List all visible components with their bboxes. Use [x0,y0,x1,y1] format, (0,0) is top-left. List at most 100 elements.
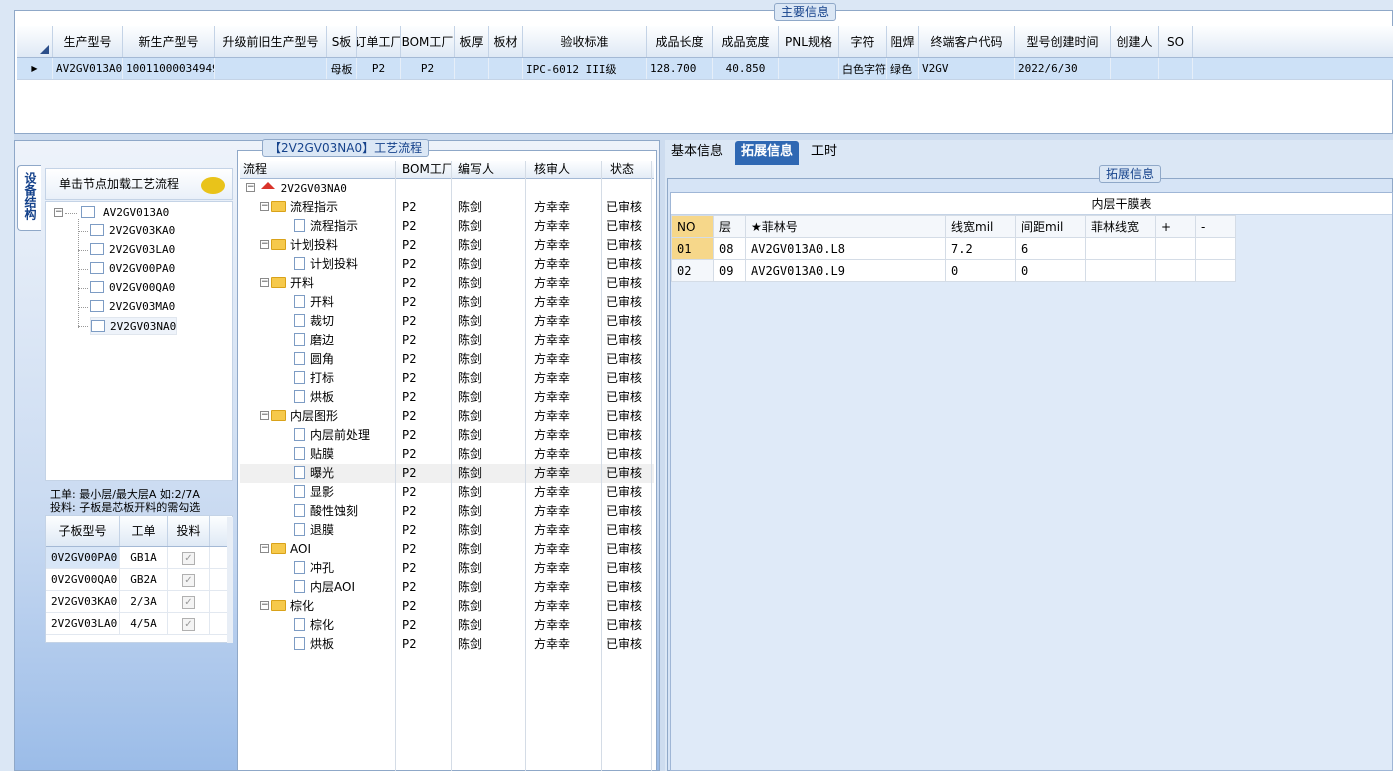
process-row[interactable]: 棕化 P2 陈剑 方幸幸 已审核 [240,616,654,635]
process-row[interactable]: 酸性蚀刻 P2 陈剑 方幸幸 已审核 [240,502,654,521]
main-cell[interactable] [1111,58,1159,79]
tree-child-item[interactable]: 0V2GV00QA0 [90,279,175,297]
tree-child-item[interactable]: 2V2GV03KA0 [90,222,175,240]
dryfilm-cell[interactable]: AV2GV013A0.L9 [745,259,946,282]
side-tab-device-structure[interactable]: 设备结构 [17,165,41,231]
process-row[interactable]: 曝光 P2 陈剑 方幸幸 已审核 [240,464,654,483]
main-col-header[interactable]: 订单工厂 [357,26,401,57]
process-row[interactable]: 烘板 P2 陈剑 方幸幸 已审核 [240,388,654,407]
process-row[interactable]: − 计划投料 P2 陈剑 方幸幸 已审核 [240,236,654,255]
main-cell[interactable]: AV2GV013A0 [53,58,123,79]
tree-child-item[interactable]: 2V2GV03LA0 [90,241,175,259]
process-row[interactable]: 打标 P2 陈剑 方幸幸 已审核 [240,369,654,388]
dryfilm-col-header[interactable]: - [1195,215,1236,238]
main-cell[interactable]: 2022/6/30 [1015,58,1111,79]
process-row[interactable]: − 开料 P2 陈剑 方幸幸 已审核 [240,274,654,293]
col-status[interactable]: 状态 [602,161,652,178]
dryfilm-col-header[interactable]: ★菲林号 [745,215,946,238]
feed-checkbox[interactable]: ✓ [182,596,195,609]
sub-grid-row[interactable]: 2V2GV03LA0 4/5A ✓ [46,613,232,635]
main-cell[interactable]: P2 [401,58,455,79]
collapse-icon[interactable]: − [260,202,269,211]
dryfilm-col-header[interactable]: 菲林线宽 [1085,215,1156,238]
dryfilm-cell[interactable] [1085,237,1156,260]
dryfilm-row[interactable]: 02 09 AV2GV013A0.L9 0 0 [671,259,1236,282]
dryfilm-cell[interactable]: 09 [713,259,746,282]
main-cell[interactable]: 128.700 [647,58,713,79]
collapse-icon[interactable]: − [260,411,269,420]
main-cell[interactable]: IPC-6012 III级 [523,58,647,79]
process-row[interactable]: 裁切 P2 陈剑 方幸幸 已审核 [240,312,654,331]
dryfilm-cell[interactable]: 0 [945,259,1016,282]
process-row[interactable]: 内层前处理 P2 陈剑 方幸幸 已审核 [240,426,654,445]
main-cell[interactable] [455,58,489,79]
main-cell[interactable]: 40.850 [713,58,779,79]
process-root-row[interactable]: − 2V2GV03NA0 [240,179,654,198]
main-cell[interactable]: V2GV [919,58,1015,79]
dryfilm-cell[interactable]: 6 [1015,237,1086,260]
process-row[interactable]: 烘板 P2 陈剑 方幸幸 已审核 [240,635,654,654]
dryfilm-cell[interactable]: 08 [713,237,746,260]
col-flow[interactable]: 流程 [240,161,396,178]
collapse-icon[interactable]: − [260,240,269,249]
main-col-header[interactable]: 成品长度 [647,26,713,57]
process-row[interactable]: 磨边 P2 陈剑 方幸幸 已审核 [240,331,654,350]
main-col-header[interactable]: 型号创建时间 [1015,26,1111,57]
main-col-header[interactable]: SO [1159,26,1193,57]
process-row[interactable]: − 棕化 P2 陈剑 方幸幸 已审核 [240,597,654,616]
sub-grid-row[interactable]: 0V2GV00QA0 GB2A ✓ [46,569,232,591]
feed-checkbox[interactable]: ✓ [182,574,195,587]
dryfilm-cell[interactable]: 02 [671,259,714,282]
process-row[interactable]: 内层AOI P2 陈剑 方幸幸 已审核 [240,578,654,597]
process-row[interactable]: 冲孔 P2 陈剑 方幸幸 已审核 [240,559,654,578]
dryfilm-col-header[interactable]: 层 [713,215,746,238]
main-col-header[interactable]: 字符 [839,26,887,57]
dryfilm-cell[interactable]: 01 [671,237,714,260]
dryfilm-cell[interactable] [1155,237,1196,260]
collapse-icon[interactable]: − [54,207,63,217]
main-col-header[interactable]: 升级前旧生产型号 [215,26,327,57]
dryfilm-cell[interactable]: 0 [1015,259,1086,282]
tree-child-item[interactable]: 2V2GV03MA0 [90,298,175,316]
tree-child-item[interactable]: 2V2GV03NA0 [90,317,178,335]
main-col-header[interactable]: 验收标准 [523,26,647,57]
tab-work-hours[interactable]: 工时 [805,141,843,165]
main-col-header[interactable]: BOM工厂 [401,26,455,57]
col-order[interactable]: 工单 [120,516,168,546]
main-col-header[interactable]: 创建人 [1111,26,1159,57]
process-row[interactable]: 退膜 P2 陈剑 方幸幸 已审核 [240,521,654,540]
dryfilm-col-header[interactable]: 线宽mil [945,215,1016,238]
process-row[interactable]: 贴膜 P2 陈剑 方幸幸 已审核 [240,445,654,464]
main-cell[interactable]: P2 [357,58,401,79]
col-reviewer[interactable]: 核审人 [526,161,602,178]
dryfilm-col-header[interactable]: 间距mil [1015,215,1086,238]
process-row[interactable]: − 流程指示 P2 陈剑 方幸幸 已审核 [240,198,654,217]
sub-grid-row[interactable]: 0V2GV00PA0 GB1A ✓ [46,547,232,569]
tab-extended-info[interactable]: 拓展信息 [735,141,800,165]
main-col-header[interactable]: PNL规格 [779,26,839,57]
tree-child-item[interactable]: 0V2GV00PA0 [90,260,175,278]
main-cell[interactable] [1159,58,1193,79]
process-row[interactable]: 圆角 P2 陈剑 方幸幸 已审核 [240,350,654,369]
collapse-icon[interactable]: − [246,183,255,192]
dryfilm-cell[interactable] [1195,259,1236,282]
main-grid-row[interactable]: ▶ AV2GV013A0 10011000034949 母板 P2 P2 IPC-6012 … [17,58,1393,80]
feed-checkbox[interactable]: ✓ [182,618,195,631]
col-sub-model[interactable]: 子板型号 [46,516,120,546]
process-row[interactable]: 显影 P2 陈剑 方幸幸 已审核 [240,483,654,502]
main-col-header[interactable]: S板 [327,26,357,57]
main-cell[interactable] [779,58,839,79]
main-cell[interactable] [215,58,327,79]
dryfilm-cell[interactable] [1195,237,1236,260]
main-cell[interactable] [489,58,523,79]
col-feed[interactable]: 投料 [168,516,210,546]
board-tree[interactable]: − AV2GV013A0 2V2GV03KA0 2V2GV03LA0 0V2GV00… [45,201,233,481]
process-row[interactable]: 计划投料 P2 陈剑 方幸幸 已审核 [240,255,654,274]
tab-basic-info[interactable]: 基本信息 [665,141,729,165]
dryfilm-col-header[interactable]: + [1155,215,1196,238]
sub-grid-scrollbar[interactable] [227,517,233,643]
main-col-header[interactable]: 板厚 [455,26,489,57]
main-col-header[interactable]: 生产型号 [53,26,123,57]
main-col-header[interactable]: 成品宽度 [713,26,779,57]
main-cell[interactable]: 绿色 [887,58,919,79]
